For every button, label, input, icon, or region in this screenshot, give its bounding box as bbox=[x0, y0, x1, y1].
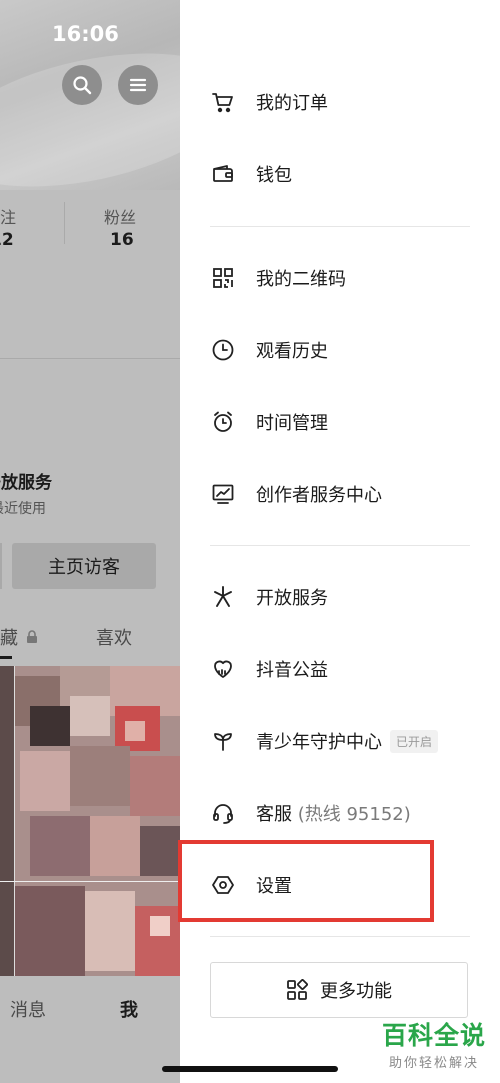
tab-favorites[interactable]: 收藏 bbox=[0, 624, 38, 650]
watermark-subtitle: 助你轻松解决 bbox=[388, 1056, 479, 1071]
lock-icon bbox=[26, 630, 37, 643]
menu-item-creator-center[interactable]: 创作者服务中心 bbox=[180, 464, 500, 524]
tab-likes[interactable]: 喜欢 bbox=[96, 624, 132, 650]
status-time: 16:06 bbox=[52, 22, 119, 46]
menu-item-label: 抖音公益 bbox=[256, 660, 328, 681]
monitor-chart-icon bbox=[210, 481, 236, 507]
menu-item-charity[interactable]: 抖音公益 bbox=[180, 639, 500, 699]
status-badge: 已开启 bbox=[390, 729, 439, 753]
alarm-clock-icon bbox=[210, 409, 236, 435]
watermark-title: 百科全说 bbox=[381, 1021, 486, 1050]
wallet-icon bbox=[210, 161, 236, 187]
more-features-label: 更多功能 bbox=[320, 981, 392, 1002]
menu-item-history[interactable]: 观看历史 bbox=[180, 320, 500, 380]
menu-item-label: 我的订单 bbox=[256, 93, 328, 114]
search-button[interactable] bbox=[62, 65, 102, 105]
settings-highlight-box bbox=[178, 840, 434, 922]
home-visitors-button[interactable]: 主页访客 bbox=[12, 543, 156, 589]
watermark-logo: 百科全说 助你轻松解决 bbox=[374, 1021, 494, 1072]
following-count[interactable]: 12 bbox=[0, 230, 14, 250]
section-divider bbox=[210, 936, 470, 937]
qr-code-icon bbox=[210, 265, 236, 291]
menu-item-label: 我的二维码 bbox=[256, 269, 346, 290]
sprout-icon bbox=[210, 728, 236, 754]
tab-favorites-label: 收藏 bbox=[0, 628, 18, 649]
profile-stats: 关注 12 粉丝 16 bbox=[0, 190, 180, 360]
section-divider bbox=[210, 226, 470, 227]
menu-item-label: 青少年守护中心 bbox=[256, 732, 382, 753]
nav-me[interactable]: 我 bbox=[120, 996, 138, 1022]
grid-apps-icon bbox=[287, 979, 308, 1000]
stats-divider bbox=[64, 202, 65, 244]
menu-item-label: 客服 (热线 95152) bbox=[256, 800, 411, 826]
menu-item-wallet[interactable]: 钱包 bbox=[180, 144, 500, 204]
menu-item-customer-service[interactable]: 客服 (热线 95152) bbox=[180, 783, 500, 843]
menu-icon bbox=[129, 78, 147, 92]
more-features-button[interactable]: 更多功能 bbox=[210, 962, 468, 1018]
hotline-text: (热线 95152) bbox=[297, 804, 411, 825]
stats-bottom-divider bbox=[0, 358, 180, 359]
menu-item-label: 创作者服务中心 bbox=[256, 485, 382, 506]
profile-page-background: 16:06 关注 12 粉丝 16 开放服务 最近使用 主页访客 收藏 喜欢 bbox=[0, 0, 180, 1083]
following-label: 关注 bbox=[0, 208, 17, 227]
sparkle-icon bbox=[210, 584, 236, 610]
left-partial-button[interactable] bbox=[0, 543, 2, 589]
menu-item-time-management[interactable]: 时间管理 bbox=[180, 392, 500, 452]
heart-icon bbox=[210, 656, 236, 682]
pixelated-photo bbox=[0, 666, 180, 976]
nav-messages[interactable]: 消息 bbox=[10, 996, 46, 1022]
search-icon bbox=[73, 76, 92, 95]
menu-item-label: 开放服务 bbox=[256, 588, 328, 609]
customer-service-label: 客服 bbox=[256, 804, 292, 825]
menu-item-qrcode[interactable]: 我的二维码 bbox=[180, 248, 500, 308]
cart-icon bbox=[210, 89, 236, 115]
recent-use-label: 最近使用 bbox=[0, 501, 46, 517]
menu-item-label: 钱包 bbox=[256, 165, 292, 186]
home-indicator[interactable] bbox=[162, 1066, 338, 1072]
menu-item-youth-protection[interactable]: 青少年守护中心 已开启 bbox=[180, 711, 500, 771]
tab-indicator bbox=[0, 656, 12, 659]
followers-label: 粉丝 bbox=[104, 208, 137, 227]
menu-item-label: 观看历史 bbox=[256, 341, 328, 362]
followers-count[interactable]: 16 bbox=[110, 230, 134, 250]
bottom-navigation: 消息 我 bbox=[0, 976, 180, 1083]
menu-item-label: 时间管理 bbox=[256, 413, 328, 434]
section-divider bbox=[210, 545, 470, 546]
open-service-title[interactable]: 开放服务 bbox=[0, 468, 52, 493]
video-thumbnails-pixelated[interactable] bbox=[0, 666, 180, 976]
menu-item-open-service[interactable]: 开放服务 bbox=[180, 567, 500, 627]
menu-button[interactable] bbox=[118, 65, 158, 105]
headset-icon bbox=[210, 800, 236, 826]
menu-item-orders[interactable]: 我的订单 bbox=[180, 72, 500, 132]
clock-icon bbox=[210, 337, 236, 363]
